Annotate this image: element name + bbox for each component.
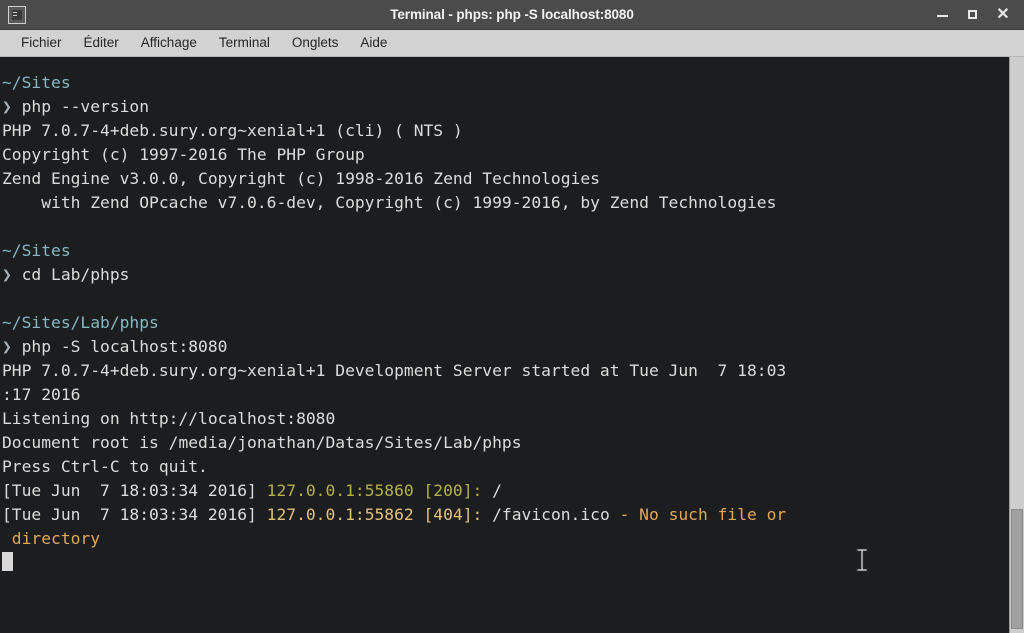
terminal-line: Document root is /media/jonathan/Datas/S… xyxy=(2,431,1005,455)
terminal-line: PHP 7.0.7-4+deb.sury.org~xenial+1 Develo… xyxy=(2,359,1005,383)
terminal-text-span: ~/Sites xyxy=(2,73,71,92)
terminal-text-span: - No such file or xyxy=(619,505,787,524)
terminal-line: [Tue Jun 7 18:03:34 2016] 127.0.0.1:5586… xyxy=(2,503,1005,527)
terminal-text-span: ❯ xyxy=(2,265,22,284)
terminal-line: with Zend OPcache v7.0.6-dev, Copyright … xyxy=(2,191,1005,215)
menubar: Fichier Éditer Affichage Terminal Onglet… xyxy=(0,30,1024,57)
terminal-text-span: PHP 7.0.7-4+deb.sury.org~xenial+1 (cli) … xyxy=(2,121,463,140)
terminal-text-span: / xyxy=(492,481,502,500)
terminal-output[interactable]: ~/Sites ❯ php --version PHP 7.0.7-4+deb.su… xyxy=(0,57,1009,633)
terminal-line: directory xyxy=(2,527,1005,551)
menu-item-affichage[interactable]: Affichage xyxy=(130,33,208,53)
terminal-text-span: 127.0.0.1:55860 [200]: xyxy=(266,481,493,500)
menu-item-editer[interactable]: Éditer xyxy=(73,33,130,53)
terminal-text-span: /favicon.ico xyxy=(492,505,620,524)
scrollbar-thumb[interactable] xyxy=(1011,509,1023,629)
terminal-text-span: php -S localhost:8080 xyxy=(21,337,228,356)
terminal-text-span: PHP 7.0.7-4+deb.sury.org~xenial+1 Develo… xyxy=(2,361,787,380)
terminal-text-span: ~/Sites/Lab/phps xyxy=(2,313,159,332)
terminal-text-span: [Tue Jun 7 18:03:34 2016] xyxy=(2,481,267,500)
terminal-text-span: 127.0.0.1:55862 [404]: xyxy=(266,505,493,524)
terminal-icon xyxy=(8,5,26,24)
terminal-line: Copyright (c) 1997-2016 The PHP Group xyxy=(2,143,1005,167)
terminal-area: ~/Sites ❯ php --version PHP 7.0.7-4+deb.su… xyxy=(0,57,1024,633)
terminal-text-span: Document root is /media/jonathan/Datas/S… xyxy=(2,433,522,452)
menu-item-onglets[interactable]: Onglets xyxy=(281,33,350,53)
titlebar[interactable]: Terminal - phps: php -S localhost:8080 ✕ xyxy=(0,0,1024,30)
terminal-text-span: ❯ xyxy=(2,337,22,356)
terminal-line: PHP 7.0.7-4+deb.sury.org~xenial+1 (cli) … xyxy=(2,119,1005,143)
minimize-button[interactable] xyxy=(935,7,951,23)
terminal-text-span: [Tue Jun 7 18:03:34 2016] xyxy=(2,505,267,524)
terminal-line: ~/Sites xyxy=(2,71,1005,95)
menu-item-fichier[interactable]: Fichier xyxy=(10,33,73,53)
window-title: Terminal - phps: php -S localhost:8080 xyxy=(390,7,634,22)
terminal-text-span: php --version xyxy=(21,97,150,116)
terminal-line: :17 2016 xyxy=(2,383,1005,407)
terminal-text-span: Listening on http://localhost:8080 xyxy=(2,409,336,428)
close-icon[interactable]: ✕ xyxy=(995,6,1011,23)
terminal-line: ~/Sites xyxy=(2,239,1005,263)
terminal-line: ~/Sites/Lab/phps xyxy=(2,311,1005,335)
terminal-line: Listening on http://localhost:8080 xyxy=(2,407,1005,431)
terminal-text-span: directory xyxy=(2,529,101,548)
vertical-scrollbar[interactable] xyxy=(1009,57,1024,633)
terminal-line: Zend Engine v3.0.0, Copyright (c) 1998-2… xyxy=(2,167,1005,191)
terminal-text-span: Zend Engine v3.0.0, Copyright (c) 1998-2… xyxy=(2,169,600,188)
terminal-line: [Tue Jun 7 18:03:34 2016] 127.0.0.1:5586… xyxy=(2,479,1005,503)
terminal-line xyxy=(2,551,1005,575)
menu-item-aide[interactable]: Aide xyxy=(349,33,398,53)
terminal-line: ❯ php --version xyxy=(2,95,1005,119)
terminal-text-span: :17 2016 xyxy=(2,385,81,404)
terminal-line: ❯ php -S localhost:8080 xyxy=(2,335,1005,359)
terminal-text-span: ❯ xyxy=(2,97,22,116)
window-controls: ✕ xyxy=(935,6,1011,23)
terminal-cursor xyxy=(2,552,13,571)
terminal-text-span: with Zend OPcache v7.0.6-dev, Copyright … xyxy=(2,193,777,212)
terminal-text-span: cd Lab/phps xyxy=(21,265,130,284)
terminal-line: ❯ cd Lab/phps xyxy=(2,263,1005,287)
terminal-window: Terminal - phps: php -S localhost:8080 ✕… xyxy=(0,0,1024,633)
menu-item-terminal[interactable]: Terminal xyxy=(208,33,281,53)
terminal-line: Press Ctrl-C to quit. xyxy=(2,455,1005,479)
maximize-button[interactable] xyxy=(965,7,981,23)
terminal-text-span: ~/Sites xyxy=(2,241,71,260)
terminal-text-span: Press Ctrl-C to quit. xyxy=(2,457,208,476)
terminal-text-span: Copyright (c) 1997-2016 The PHP Group xyxy=(2,145,365,164)
